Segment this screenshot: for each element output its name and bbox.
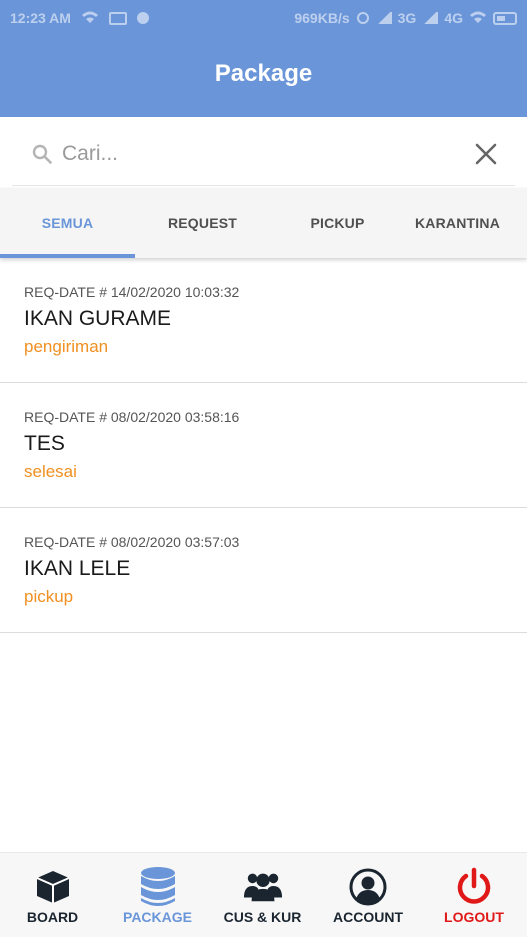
status-time: 12:23 AM (10, 10, 71, 26)
list-item[interactable]: REQ-DATE # 08/02/2020 03:58:16 TES seles… (0, 383, 527, 508)
app-header: 12:23 AM 969KB/s 3G 4G Package (0, 0, 527, 117)
package-status: pickup (24, 587, 74, 606)
user-circle-icon (348, 867, 388, 907)
battery-icon (493, 11, 517, 25)
database-icon (138, 867, 178, 907)
package-name: IKAN LELE (24, 557, 131, 580)
package-status: selesai (24, 462, 77, 481)
nav-label: PACKAGE (123, 909, 192, 925)
package-name: TES (24, 432, 65, 455)
power-icon (454, 867, 494, 907)
nav-account[interactable]: ACCOUNT (315, 853, 421, 937)
tab-pickup[interactable]: PICKUP (270, 188, 405, 258)
package-status: pengiriman (24, 337, 109, 356)
tab-label: PICKUP (310, 215, 365, 231)
users-icon (243, 867, 283, 907)
wifi-icon (469, 10, 487, 27)
nav-label: CUS & KUR (223, 909, 302, 925)
status-net1: 3G (397, 10, 417, 26)
search-bar (12, 122, 515, 186)
nav-package[interactable]: PACKAGE (105, 853, 210, 937)
nav-board[interactable]: BOARD (0, 853, 105, 937)
tab-bar: SEMUA REQUEST PICKUP KARANTINA (0, 188, 527, 258)
tab-label: SEMUA (41, 215, 94, 231)
package-list: REQ-DATE # 14/02/2020 10:03:32 IKAN GURA… (0, 258, 527, 633)
tab-label: REQUEST (167, 215, 238, 231)
signal-icon (422, 12, 439, 24)
tab-semua[interactable]: SEMUA (0, 188, 135, 258)
status-net2: 4G (444, 10, 463, 26)
box-icon (33, 867, 73, 907)
signal-icon (375, 12, 392, 24)
list-item[interactable]: REQ-DATE # 08/02/2020 03:57:03 IKAN LELE… (0, 508, 527, 633)
image-icon (108, 11, 127, 25)
request-date: REQ-DATE # 08/02/2020 03:57:03 (24, 534, 240, 550)
nav-logout[interactable]: LOGOUT (421, 853, 527, 937)
wifi-icon (81, 10, 99, 27)
request-date: REQ-DATE # 14/02/2020 10:03:32 (24, 284, 240, 300)
status-bar: 12:23 AM 969KB/s 3G 4G (0, 0, 527, 36)
nav-cus-kur[interactable]: CUS & KUR (210, 853, 315, 937)
search-icon (32, 144, 52, 164)
app-root: 12:23 AM 969KB/s 3G 4G Package Cari... S… (0, 0, 527, 937)
tab-request[interactable]: REQUEST (135, 188, 270, 258)
nav-label: BOARD (26, 909, 79, 925)
alarm-icon (356, 10, 370, 27)
nav-label: ACCOUNT (333, 909, 403, 925)
status-speed: 969KB/s (294, 10, 350, 26)
close-icon[interactable] (472, 140, 500, 168)
nav-label: LOGOUT (444, 909, 504, 925)
tab-label: KARANTINA (415, 215, 501, 231)
list-item[interactable]: REQ-DATE # 14/02/2020 10:03:32 IKAN GURA… (0, 258, 527, 383)
tab-karantina[interactable]: KARANTINA (405, 188, 527, 258)
package-name: IKAN GURAME (24, 307, 172, 330)
bottom-nav: BOARD PACKAGE CUS & KUR ACCOUNT LOGOUT (0, 852, 527, 937)
request-date: REQ-DATE # 08/02/2020 03:58:16 (24, 409, 240, 425)
search-input[interactable] (62, 136, 462, 172)
page-title: Package (214, 60, 313, 87)
notification-icon (136, 12, 149, 24)
